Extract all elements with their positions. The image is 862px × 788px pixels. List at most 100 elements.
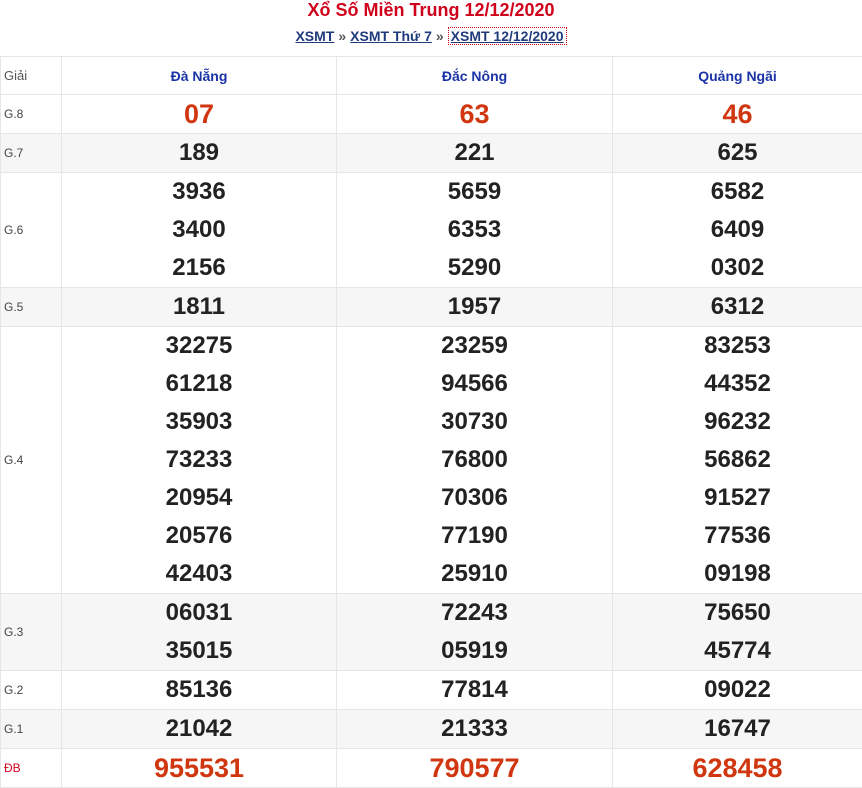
lottery-number: 77190 [337,517,612,555]
prize-column-header: Giải [1,57,62,95]
result-cell: 625 [613,134,862,173]
prize-label: G.8 [1,95,62,134]
lottery-number: 61218 [62,365,336,403]
result-cell: 7565045774 [613,594,862,671]
lottery-number: 35903 [62,403,336,441]
result-cell: 09022 [613,671,862,710]
prize-row: ĐB955531790577628458 [1,749,862,788]
breadcrumb: XSMT»XSMT Thứ 7»XSMT 12/12/2020 [0,25,862,47]
lottery-number: 955531 [62,749,336,787]
prize-row: G.3060313501572243059197565045774 [1,594,862,671]
lottery-number: 46 [613,95,862,133]
result-cell: 83253443529623256862915277753609198 [613,327,862,594]
lottery-number: 56862 [613,441,862,479]
result-cell: 46 [613,95,862,134]
result-cell: 21042 [62,710,337,749]
result-cell: 21333 [337,710,613,749]
lottery-number: 25910 [337,555,612,593]
result-cell: 790577 [337,749,613,788]
lottery-number: 09198 [613,555,862,593]
lottery-number: 189 [62,134,336,172]
lottery-number: 77814 [337,671,612,709]
lottery-number: 09022 [613,671,862,709]
province-header-dac-nong: Đắc Nông [337,57,613,95]
result-cell: 955531 [62,749,337,788]
prize-label: G.7 [1,134,62,173]
lottery-number: 20576 [62,517,336,555]
prize-label: G.5 [1,288,62,327]
prize-row: G.8076346 [1,95,862,134]
lottery-number: 6582 [613,173,862,211]
result-cell: 77814 [337,671,613,710]
lottery-number: 75650 [613,594,862,632]
result-cell: 63 [337,95,613,134]
prize-row: G.2851367781409022 [1,671,862,710]
lottery-number: 23259 [337,327,612,365]
lottery-number: 07 [62,95,336,133]
result-cell: 6312 [613,288,862,327]
table-header-row: Giải Đà Nẵng Đắc Nông Quảng Ngãi [1,57,862,95]
result-cell: 189 [62,134,337,173]
lottery-number: 3400 [62,211,336,249]
result-cell: 393634002156 [62,173,337,288]
result-cell: 7224305919 [337,594,613,671]
results-table: Giải Đà Nẵng Đắc Nông Quảng Ngãi G.80763… [0,56,862,788]
lottery-number: 85136 [62,671,336,709]
lottery-number: 42403 [62,555,336,593]
prize-row: G.1210422133316747 [1,710,862,749]
lottery-number: 16747 [613,710,862,748]
lottery-number: 77536 [613,517,862,555]
lottery-number: 3936 [62,173,336,211]
result-cell: 23259945663073076800703067719025910 [337,327,613,594]
lottery-number: 32275 [62,327,336,365]
prize-label: G.2 [1,671,62,710]
lottery-number: 94566 [337,365,612,403]
lottery-number: 96232 [613,403,862,441]
lottery-number: 91527 [613,479,862,517]
lottery-number: 72243 [337,594,612,632]
prize-row: G.7189221625 [1,134,862,173]
breadcrumb-link-xsmt-thu-7[interactable]: XSMT Thứ 7 [350,28,432,44]
lottery-number: 221 [337,134,612,172]
result-cell: 0603135015 [62,594,337,671]
lottery-number: 6353 [337,211,612,249]
lottery-number: 06031 [62,594,336,632]
lottery-number: 6312 [613,288,862,326]
prize-label: ĐB [1,749,62,788]
lottery-number: 21042 [62,710,336,748]
result-cell: 1957 [337,288,613,327]
result-cell: 658264090302 [613,173,862,288]
result-cell: 85136 [62,671,337,710]
province-header-da-nang: Đà Nẵng [62,57,337,95]
prize-label: G.1 [1,710,62,749]
lottery-number: 70306 [337,479,612,517]
result-cell: 07 [62,95,337,134]
province-header-quang-ngai: Quảng Ngãi [613,57,862,95]
results-body: G.8076346G.7189221625G.63936340021565659… [1,95,862,788]
lottery-number: 625 [613,134,862,172]
breadcrumb-link-current-date[interactable]: XSMT 12/12/2020 [448,27,567,45]
page-header: Xổ Số Miền Trung 12/12/2020 XSMT»XSMT Th… [0,0,862,56]
breadcrumb-link-xsmt[interactable]: XSMT [295,28,334,44]
prize-row: G.43227561218359037323320954205764240323… [1,327,862,594]
prize-label: G.4 [1,327,62,594]
lottery-number: 790577 [337,749,612,787]
lottery-number: 45774 [613,632,862,670]
lottery-number: 0302 [613,249,862,287]
prize-row: G.6393634002156565963535290658264090302 [1,173,862,288]
breadcrumb-separator: » [436,28,444,44]
prize-label: G.6 [1,173,62,288]
result-cell: 565963535290 [337,173,613,288]
lottery-number: 83253 [613,327,862,365]
breadcrumb-separator: » [338,28,346,44]
lottery-number: 05919 [337,632,612,670]
lottery-number: 5659 [337,173,612,211]
prize-label: G.3 [1,594,62,671]
page-title: Xổ Số Miền Trung 12/12/2020 [0,0,862,21]
result-cell: 16747 [613,710,862,749]
lottery-number: 20954 [62,479,336,517]
lottery-number: 63 [337,95,612,133]
lottery-number: 21333 [337,710,612,748]
result-cell: 32275612183590373233209542057642403 [62,327,337,594]
result-cell: 221 [337,134,613,173]
